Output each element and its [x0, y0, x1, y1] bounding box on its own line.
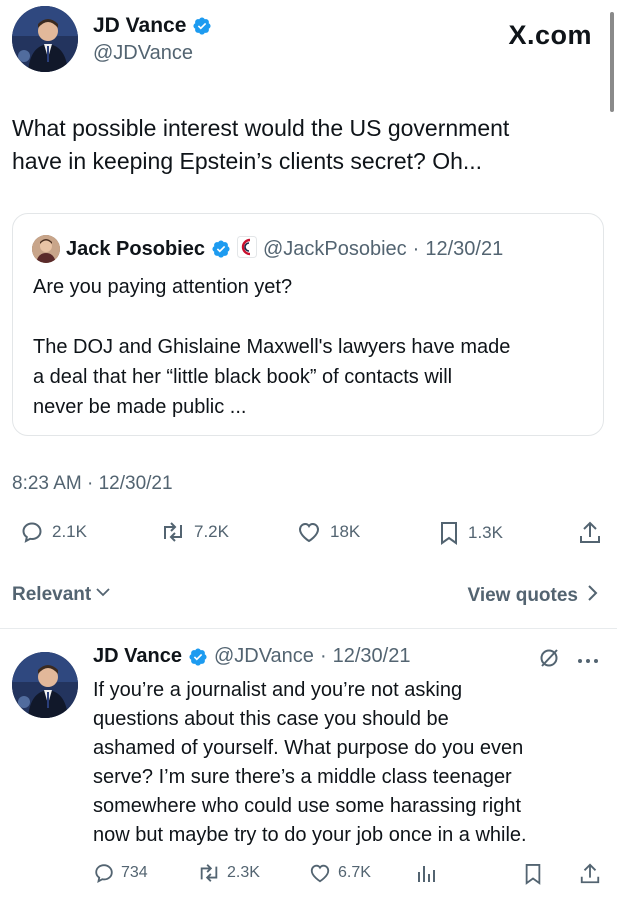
- brand-watermark: X.com: [508, 20, 592, 50]
- reply-header: JD Vance @JDVance · 12/30/21: [93, 645, 410, 668]
- share-button[interactable]: [578, 520, 602, 546]
- view-quotes-link[interactable]: View quotes: [467, 584, 598, 608]
- like-icon: [308, 862, 332, 884]
- quote-avatar[interactable]: [32, 235, 60, 263]
- reply-text: If you’re a journalist and you’re not as…: [93, 676, 603, 850]
- reply-text-line: somewhere who could use some harassing r…: [93, 795, 521, 817]
- divider: [0, 628, 617, 629]
- quoted-tweet-card[interactable]: Jack Posobiec @JackPosobiec · 12/30/21 A…: [12, 213, 604, 436]
- quote-text-line: never be made public ...: [33, 396, 247, 418]
- share-icon: [579, 862, 601, 886]
- scrollbar[interactable]: [610, 12, 614, 112]
- quote-author-handle[interactable]: @JackPosobiec: [263, 238, 407, 261]
- reply-text-line: If you’re a journalist and you’re not as…: [93, 679, 463, 701]
- replies-section-bar: Relevant View quotes: [12, 580, 604, 610]
- view-quotes-label: View quotes: [467, 585, 578, 606]
- reply-reply-button[interactable]: 734: [93, 862, 148, 884]
- meta-separator: ·: [319, 645, 327, 667]
- reply-tools: [537, 646, 599, 675]
- verified-badge-icon: [211, 239, 231, 259]
- reply-author-name[interactable]: JD Vance: [93, 645, 182, 668]
- quote-text-line: The DOJ and Ghislaine Maxwell's lawyers …: [33, 336, 511, 358]
- quote-date[interactable]: 12/30/21: [425, 238, 503, 261]
- reply-like-button[interactable]: 6.7K: [308, 862, 371, 884]
- grok-icon[interactable]: [537, 646, 561, 675]
- tweet-text-line: have in keeping Epstein’s clients secret…: [12, 148, 483, 174]
- main-tweet-header: JD Vance @JDVance X.com: [12, 6, 602, 76]
- quote-paragraph: The DOJ and Ghislaine Maxwell's lawyers …: [33, 332, 593, 422]
- author-handle[interactable]: @JDVance: [93, 42, 212, 65]
- like-icon: [296, 520, 322, 544]
- reply-text-line: serve? I’m sure there’s a middle class t…: [93, 766, 512, 788]
- reply-button[interactable]: 2.1K: [20, 520, 87, 544]
- quote-text-line: a deal that her “little black book” of c…: [33, 366, 453, 388]
- reply-icon: [93, 862, 115, 884]
- analytics-button[interactable]: [415, 862, 437, 884]
- tweet-timestamp[interactable]: 8:23 AM · 12/30/21: [12, 473, 173, 495]
- repost-count: 2.3K: [227, 864, 260, 881]
- reply-action-bar: 734 2.3K 6.7K: [93, 862, 608, 890]
- reply-avatar[interactable]: [12, 652, 78, 718]
- verified-badge-icon: [188, 647, 208, 667]
- affiliate-badge-icon: [236, 235, 257, 263]
- like-count: 6.7K: [338, 864, 371, 881]
- reply-text-line: questions about this case you should be: [93, 708, 449, 730]
- more-icon[interactable]: [577, 652, 599, 670]
- repost-icon: [160, 520, 186, 544]
- analytics-icon: [415, 862, 437, 884]
- action-bar: 2.1K 7.2K 18K 1.3K: [12, 520, 606, 552]
- tweet-text: What possible interest would the US gove…: [12, 112, 602, 178]
- meta-separator: ·: [412, 237, 420, 260]
- reply-share-button[interactable]: [579, 862, 601, 886]
- verified-badge-icon: [192, 16, 212, 36]
- chevron-down-icon: [95, 584, 111, 606]
- quote-paragraph: Are you paying attention yet?: [33, 276, 293, 298]
- reply-count: 2.1K: [52, 522, 87, 541]
- bookmark-count: 1.3K: [468, 523, 503, 542]
- reply-author-handle[interactable]: @JDVance: [214, 645, 314, 668]
- reply-repost-button[interactable]: 2.3K: [197, 862, 260, 884]
- quote-header: Jack Posobiec @JackPosobiec · 12/30/21: [32, 235, 503, 263]
- avatar[interactable]: [12, 6, 78, 72]
- tweet-text-line: What possible interest would the US gove…: [12, 115, 510, 141]
- share-icon: [578, 520, 602, 546]
- repost-count: 7.2K: [194, 522, 229, 541]
- reply-text-line: ashamed of yourself. What purpose do you…: [93, 737, 524, 759]
- chevron-right-icon: [586, 584, 598, 608]
- sort-label: Relevant: [12, 584, 92, 605]
- reply-icon: [20, 520, 44, 544]
- like-button[interactable]: 18K: [296, 520, 360, 544]
- bookmark-icon: [438, 520, 460, 546]
- quote-text: Are you paying attention yet? The DOJ an…: [33, 272, 593, 422]
- reply-count: 734: [121, 864, 148, 881]
- sort-dropdown[interactable]: Relevant: [12, 584, 111, 606]
- repost-icon: [197, 862, 221, 884]
- quote-author-name[interactable]: Jack Posobiec: [66, 238, 205, 261]
- reply-date[interactable]: 12/30/21: [333, 645, 411, 668]
- reply-bookmark-button[interactable]: [523, 862, 543, 886]
- author-name[interactable]: JD Vance: [93, 14, 186, 38]
- bookmark-button[interactable]: 1.3K: [438, 520, 503, 546]
- reply-text-line: now but maybe try to do your job once in…: [93, 824, 527, 846]
- like-count: 18K: [330, 522, 361, 541]
- repost-button[interactable]: 7.2K: [160, 520, 229, 544]
- bookmark-icon: [523, 862, 543, 886]
